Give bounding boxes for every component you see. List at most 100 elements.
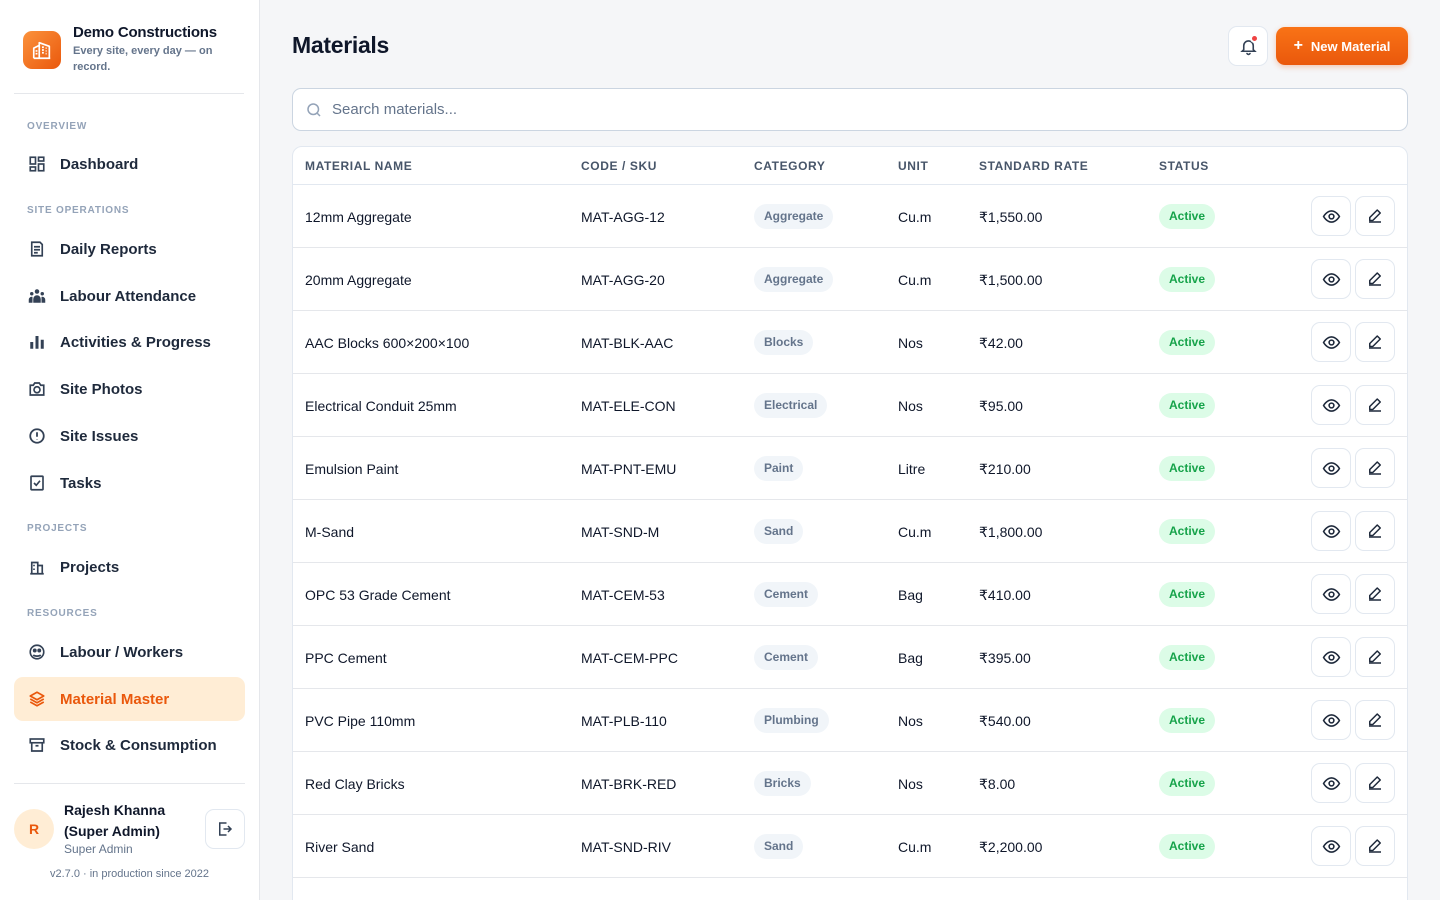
pencil-icon (1366, 837, 1384, 855)
material-unit: Cu.m (898, 524, 932, 540)
sidebar-item-daily-reports[interactable]: Daily Reports (14, 227, 245, 271)
edit-button[interactable] (1355, 700, 1395, 740)
edit-button[interactable] (1355, 196, 1395, 236)
view-button[interactable] (1311, 448, 1351, 488)
eye-icon (1322, 774, 1341, 793)
sidebar-item-tasks[interactable]: Tasks (14, 461, 245, 505)
sidebar-item-label: Stock & Consumption (60, 736, 217, 754)
pencil-icon (1366, 333, 1384, 351)
view-button[interactable] (1311, 385, 1351, 425)
table-row: M-Sand MAT-SND-M Sand Cu.m ₹1,800.00 Active (293, 500, 1407, 563)
view-button[interactable] (1311, 196, 1351, 236)
section-label-projects: PROJECTS (27, 523, 88, 534)
category-badge: Bricks (754, 771, 811, 796)
pencil-icon (1366, 270, 1384, 288)
table-row: OPC 53 Grade Cement MAT-CEM-53 Cement Bag ₹4… (293, 563, 1407, 626)
status-badge: Active (1159, 582, 1216, 607)
report-icon (27, 239, 47, 259)
avatar: R (14, 809, 54, 849)
material-code: MAT-SND-RIV (581, 839, 671, 855)
sidebar-item-projects[interactable]: Projects (14, 545, 245, 589)
user-block: R Rajesh Khanna (Super Admin) Super Admi… (14, 783, 245, 900)
material-code: MAT-BLK-AAC (581, 335, 674, 351)
standard-rate: ₹42.00 (979, 335, 1023, 351)
sidebar-item-activities-progress[interactable]: Activities & Progress (14, 320, 245, 364)
pencil-icon (1366, 711, 1384, 729)
standard-rate: ₹95.00 (979, 398, 1023, 414)
material-name: PVC Pipe 110mm (305, 713, 416, 729)
view-button[interactable] (1311, 511, 1351, 551)
edit-button[interactable] (1355, 448, 1395, 488)
eye-icon (1322, 207, 1341, 226)
page-title: Materials (292, 32, 390, 58)
category-badge: Aggregate (754, 267, 834, 292)
view-button[interactable] (1311, 826, 1351, 866)
material-code: MAT-SND-M (581, 524, 660, 540)
material-code: MAT-BRK-RED (581, 776, 677, 792)
status-badge: Active (1159, 519, 1216, 544)
sidebar-item-labour-attendance[interactable]: Labour Attendance (14, 274, 245, 318)
materials-table: MATERIAL NAME CODE / SKU CATEGORY UNIT S… (292, 146, 1408, 900)
new-material-button[interactable]: + New Material (1276, 27, 1408, 65)
view-button[interactable] (1311, 259, 1351, 299)
column-header-material-name: MATERIAL NAME (305, 159, 413, 173)
material-unit: Nos (898, 335, 923, 351)
eye-icon (1322, 522, 1341, 541)
material-code: MAT-PNT-EMU (581, 461, 677, 477)
view-button[interactable] (1311, 574, 1351, 614)
user-name: Rajesh Khanna (Super Admin) (64, 802, 166, 839)
search-bar (292, 88, 1408, 131)
version-text: v2.7.0 · in production since 2022 (50, 868, 209, 880)
edit-button[interactable] (1355, 322, 1395, 362)
edit-button[interactable] (1355, 826, 1395, 866)
status-badge: Active (1159, 456, 1216, 481)
category-badge: Aggregate (754, 204, 834, 229)
standard-rate: ₹2,200.00 (979, 839, 1043, 855)
edit-button[interactable] (1355, 637, 1395, 677)
material-name: M-Sand (305, 524, 355, 540)
brand: Demo Constructions Every site, every day… (14, 20, 244, 94)
view-button[interactable] (1311, 763, 1351, 803)
sidebar-item-labour-workers[interactable]: Labour / Workers (14, 630, 245, 674)
logout-icon (216, 820, 234, 838)
edit-button[interactable] (1355, 511, 1395, 551)
view-button[interactable] (1311, 637, 1351, 677)
sidebar-item-site-photos[interactable]: Site Photos (14, 367, 245, 411)
edit-button[interactable] (1355, 259, 1395, 299)
sidebar-item-label: Site Photos (60, 380, 143, 398)
category-badge: Cement (754, 645, 819, 670)
material-unit: Cu.m (898, 839, 932, 855)
sidebar-item-stock-consumption[interactable]: Stock & Consumption (14, 723, 245, 767)
eye-icon (1322, 648, 1341, 667)
search-input[interactable] (332, 101, 1332, 118)
sidebar-item-label: Labour Attendance (60, 287, 197, 305)
sidebar-item-label: Labour / Workers (60, 643, 184, 661)
edit-button[interactable] (1355, 763, 1395, 803)
sidebar-item-label: Tasks (60, 474, 102, 492)
material-unit: Cu.m (898, 209, 932, 225)
sidebar-item-site-issues[interactable]: Site Issues (14, 414, 245, 458)
view-button[interactable] (1311, 700, 1351, 740)
status-badge: Active (1159, 645, 1216, 670)
view-button[interactable] (1311, 322, 1351, 362)
category-badge: Sand (754, 519, 804, 544)
material-name: Red Clay Bricks (305, 776, 405, 792)
material-name: PPC Cement (305, 650, 387, 666)
pencil-icon (1366, 648, 1384, 666)
sidebar: Demo Constructions Every site, every day… (0, 0, 260, 900)
status-badge: Active (1159, 708, 1216, 733)
bar-chart-icon (27, 332, 47, 352)
sidebar-item-material-master[interactable]: Material Master (14, 677, 245, 721)
logout-button[interactable] (205, 809, 245, 849)
category-badge: Plumbing (754, 708, 829, 733)
edit-button[interactable] (1355, 574, 1395, 614)
sidebar-item-label: Dashboard (60, 155, 139, 173)
material-name: 20mm Aggregate (305, 272, 412, 288)
material-unit: Bag (898, 587, 923, 603)
pencil-icon (1366, 522, 1384, 540)
edit-button[interactable] (1355, 385, 1395, 425)
sidebar-item-dashboard[interactable]: Dashboard (14, 142, 245, 186)
notifications-button[interactable] (1228, 26, 1268, 66)
material-code: MAT-ELE-CON (581, 398, 676, 414)
standard-rate: ₹540.00 (979, 713, 1031, 729)
